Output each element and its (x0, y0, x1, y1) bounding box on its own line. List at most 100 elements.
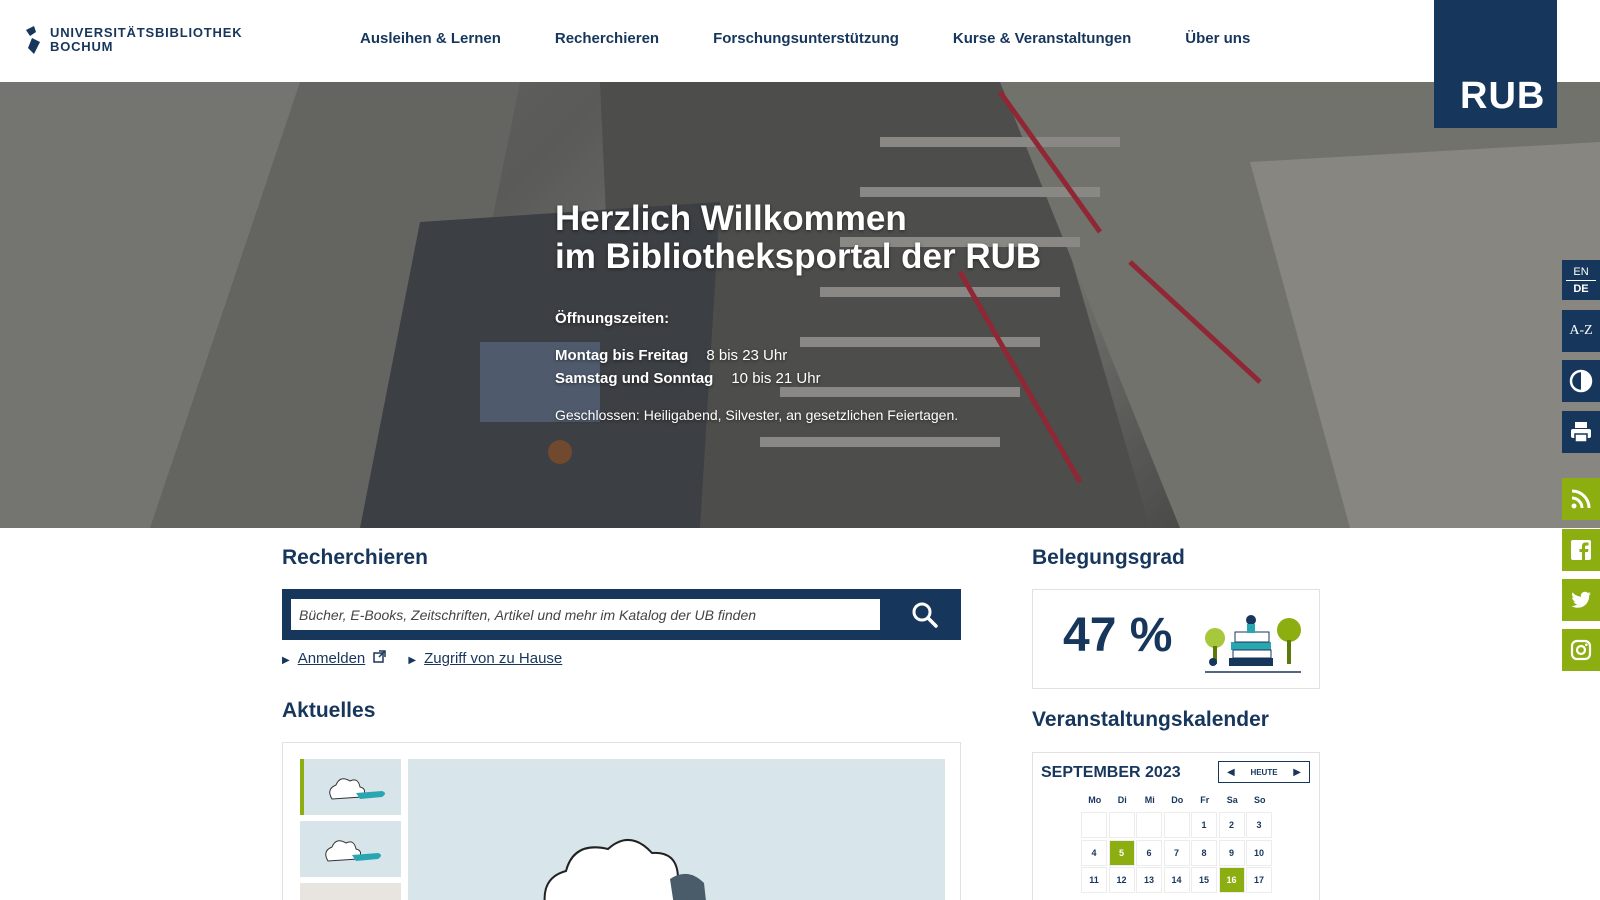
nav-item-kurse[interactable]: Kurse & Veranstaltungen (953, 30, 1131, 47)
calendar-day[interactable]: 7 (1163, 839, 1190, 866)
news-thumbnail[interactable] (300, 883, 401, 900)
cloud-illustration-icon (329, 778, 385, 800)
print-button[interactable] (1562, 411, 1600, 453)
calendar-day[interactable]: 3 (1246, 812, 1272, 838)
rss-button[interactable] (1562, 478, 1600, 520)
calendar-day[interactable]: 2 (1218, 812, 1245, 838)
nav-item-recherchieren[interactable]: Recherchieren (555, 30, 659, 47)
calendar-day-empty (1081, 812, 1107, 838)
catalog-search-input[interactable] (291, 599, 880, 630)
calendar-month: SEPTEMBER 2023 (1041, 764, 1181, 781)
calendar-day[interactable]: 11 (1081, 867, 1107, 893)
triangle-right-icon: ▶ (408, 655, 417, 666)
site-header: UNIVERSITÄTSBIBLIOTHEK BOCHUM Ausleihen … (0, 0, 1600, 82)
remote-access-link[interactable]: Zugriff von zu Hause (424, 650, 562, 667)
facebook-icon (1571, 540, 1591, 560)
facebook-button[interactable] (1562, 529, 1600, 571)
calendar-day[interactable]: 14 (1163, 867, 1190, 893)
news-main-image[interactable] (408, 759, 945, 900)
logo-line2: BOCHUM (50, 39, 114, 54)
calendar-day-empty (1108, 812, 1135, 838)
cloud-illustration-icon (543, 839, 706, 900)
opening-hours-heading: Öffnungszeiten: (555, 310, 670, 327)
nav-item-ausleihen[interactable]: Ausleihen & Lernen (360, 30, 501, 47)
calendar-day-empty (1163, 812, 1190, 838)
news-thumbnail[interactable] (300, 759, 401, 815)
calendar-day[interactable]: 6 (1136, 839, 1162, 866)
news-heading: Aktuelles (282, 699, 376, 722)
instagram-icon (1570, 639, 1592, 661)
news-thumbnail[interactable] (300, 821, 401, 877)
event-calendar: SEPTEMBER 2023 ◀ HEUTE ▶ Mo Di Mi Do Fr … (1032, 752, 1320, 900)
nav-item-ueber-uns[interactable]: Über uns (1185, 30, 1250, 47)
catalog-search (282, 589, 961, 640)
calendar-day-empty (1136, 812, 1162, 838)
login-link-wrapper: ▶ Anmelden (282, 650, 387, 667)
weekday-label: Do (1171, 795, 1184, 805)
az-index-label: A-Z (1569, 323, 1593, 338)
prev-month-icon[interactable]: ◀ (1227, 767, 1235, 778)
twitter-icon (1571, 591, 1591, 608)
library-illustration-icon (1205, 615, 1301, 673)
calendar-heading: Veranstaltungskalender (1032, 708, 1269, 731)
print-icon (1571, 422, 1591, 443)
calendar-day[interactable]: 5 (1108, 839, 1135, 866)
contrast-icon (1569, 369, 1593, 393)
calendar-day[interactable]: 9 (1218, 839, 1245, 866)
hours-weekend-value: 10 bis 21 Uhr (731, 370, 821, 387)
external-link-icon (373, 650, 387, 663)
logo-mark-icon (26, 26, 40, 54)
hours-weekend: Samstag und Sonntag 10 bis 21 Uhr (555, 370, 1041, 387)
calendar-day[interactable]: 1 (1191, 812, 1217, 838)
occupancy-heading: Belegungsgrad (1032, 546, 1185, 569)
twitter-button[interactable] (1562, 579, 1600, 621)
calendar-day[interactable]: 16 (1218, 867, 1245, 893)
calendar-day[interactable]: 12 (1108, 867, 1135, 893)
calendar-day[interactable]: 13 (1136, 867, 1162, 893)
hero-title-line2: im Bibliotheksportal der RUB (555, 237, 1042, 276)
weekday-label: So (1253, 795, 1266, 805)
weekday-label: Mi (1144, 795, 1155, 805)
hero-title-line1: Herzlich Willkommen (555, 199, 907, 238)
login-link[interactable]: Anmelden (298, 650, 366, 667)
next-month-icon[interactable]: ▶ (1293, 767, 1301, 778)
logo-text: UNIVERSITÄTSBIBLIOTHEK BOCHUM (50, 26, 242, 54)
lang-en[interactable]: EN (1573, 264, 1588, 280)
search-icon (912, 602, 938, 628)
weekday-label: Di (1117, 795, 1127, 805)
today-button[interactable]: HEUTE (1250, 768, 1277, 777)
contrast-button[interactable] (1562, 360, 1600, 402)
logo-line1: UNIVERSITÄTSBIBLIOTHEK (50, 25, 243, 40)
weekday-label: Mo (1088, 795, 1102, 805)
occupancy-value: 47 % (1063, 609, 1173, 662)
calendar-day[interactable]: 4 (1081, 839, 1107, 866)
library-logo[interactable]: UNIVERSITÄTSBIBLIOTHEK BOCHUM (24, 26, 242, 54)
search-links: ▶ Anmelden ▶ Zugriff von zu Hause (282, 650, 562, 667)
hero-banner: Herzlich Willkommen im Bibliotheksportal… (0, 82, 1600, 528)
weekday-label: Sa (1226, 795, 1238, 805)
hours-weekend-label: Samstag und Sonntag (555, 370, 714, 387)
search-button[interactable] (888, 589, 961, 640)
az-index-button[interactable]: A-Z (1562, 310, 1600, 352)
calendar-grid: 1 2 3 4 5 6 7 8 9 10 11 12 13 14 15 16 17 (1081, 812, 1272, 893)
hours-weekdays-value: 8 bis 23 Uhr (706, 347, 788, 364)
calendar-day[interactable]: 8 (1191, 839, 1217, 866)
remote-access-wrapper: ▶ Zugriff von zu Hause (408, 650, 562, 667)
weekday-label: Fr (1200, 795, 1210, 805)
rub-logo-text: RUB (1460, 75, 1546, 117)
instagram-button[interactable] (1562, 629, 1600, 671)
calendar-day[interactable]: 17 (1246, 867, 1272, 893)
hero-text: Herzlich Willkommen im Bibliotheksportal… (555, 199, 1042, 424)
calendar-nav: ◀ HEUTE ▶ (1218, 761, 1310, 783)
rub-logo[interactable]: RUB (1434, 0, 1557, 128)
main-nav: Ausleihen & Lernen Recherchieren Forschu… (360, 30, 1250, 47)
hours-weekdays: Montag bis Freitag 8 bis 23 Uhr (555, 347, 1041, 364)
language-switcher: EN DE (1562, 260, 1600, 300)
calendar-day[interactable]: 10 (1246, 839, 1272, 866)
search-heading: Recherchieren (282, 546, 428, 569)
lang-de[interactable]: DE (1566, 279, 1596, 297)
nav-item-forschung[interactable]: Forschungsunterstützung (713, 30, 899, 47)
rss-icon (1571, 489, 1591, 509)
calendar-day[interactable]: 15 (1191, 867, 1217, 893)
calendar-weekday-header: Mo Di Mi Do Fr Sa So (1081, 795, 1274, 805)
